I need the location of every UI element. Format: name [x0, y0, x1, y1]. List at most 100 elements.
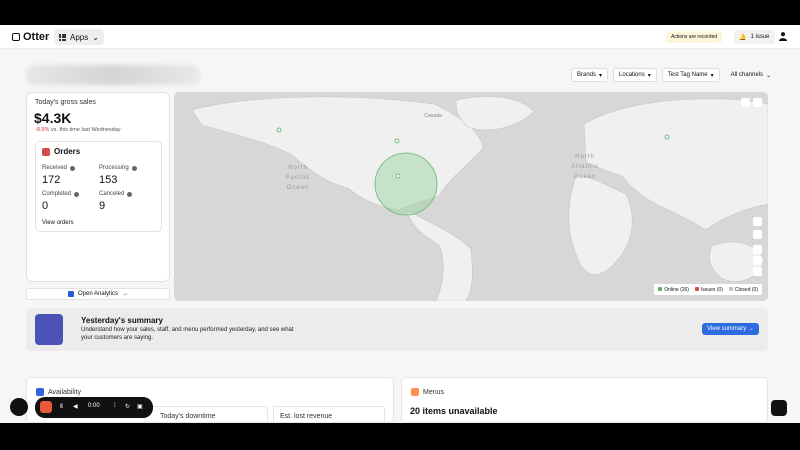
camera-icon[interactable] — [10, 398, 28, 416]
chevron-down-icon: ⌄ — [766, 72, 772, 79]
apps-label: Apps — [70, 32, 89, 42]
apps-button[interactable]: Apps ⌄ — [54, 29, 104, 45]
map-label: Canada — [424, 113, 442, 119]
lost-revenue-label: Est. lost revenue — [280, 413, 333, 420]
map-label: Ocean — [574, 174, 597, 180]
locations-filter[interactable]: Locations ▾ — [613, 68, 657, 82]
channels-filter[interactable]: All channels ⌄ — [725, 68, 777, 82]
sales-value: $4.3K — [34, 110, 72, 126]
arrow-right-icon: → — [747, 326, 754, 332]
sales-change: -8.9% vs. this time last Wednesday — [35, 127, 121, 133]
recording-badge: Actions are recorded — [666, 31, 723, 43]
legend-online: Online (26) — [658, 286, 689, 293]
locations-map[interactable]: North Pacific Ocean North Atlantic Ocean… — [174, 92, 768, 301]
arrow-right-icon: → — [122, 291, 129, 297]
user-icon[interactable] — [779, 32, 787, 41]
info-icon[interactable] — [74, 191, 80, 197]
map-legend: Online (26) Issues (0) Closed (0) — [654, 284, 762, 295]
fullscreen-icon[interactable] — [753, 230, 762, 239]
chevron-down-icon: ▾ — [710, 72, 714, 79]
lost-revenue-box: Est. lost revenue — [273, 406, 385, 423]
chevron-down-icon: ▾ — [647, 72, 651, 79]
restart-icon[interactable]: ↻ — [125, 403, 130, 410]
menus-icon — [411, 388, 419, 396]
trend-icon[interactable] — [753, 98, 762, 107]
map-label: Pacific — [286, 175, 311, 181]
brands-filter[interactable]: Brands ▾ — [571, 68, 609, 82]
summary-title: Yesterday's summary — [81, 316, 163, 325]
processing-value: 153 — [99, 174, 118, 186]
map-label: Ocean — [287, 185, 310, 191]
availability-icon — [36, 388, 44, 396]
closed-dot-icon — [728, 286, 733, 291]
filter-bar: Brands ▾ Locations ▾ Test Tag Name ▾ All ch… — [571, 68, 777, 82]
tag-filter[interactable]: Test Tag Name ▾ — [661, 68, 720, 82]
view-summary-label: View summary — [707, 326, 747, 332]
drag-icon[interactable]: ⁞ — [114, 403, 116, 409]
availability-label: Availability — [48, 388, 81, 396]
received-label: Received — [42, 165, 68, 171]
volume-icon[interactable]: ◀ — [73, 403, 78, 410]
canceled-value: 9 — [99, 200, 106, 212]
filter-label: All channels — [730, 72, 764, 78]
trash-icon[interactable]: ▣ — [137, 403, 143, 410]
blurred-greeting — [26, 65, 200, 85]
received-value: 172 — [42, 174, 61, 186]
sales-card: Today's gross sales $4.3K -8.9% vs. this… — [26, 92, 170, 282]
bell-icon: 🔔 — [739, 34, 747, 41]
summary-illustration — [35, 314, 63, 345]
record-stop-button[interactable] — [40, 401, 52, 413]
yesterday-summary-card: Yesterday's summary Understand how your … — [26, 308, 768, 351]
orders-title: Orders — [42, 147, 80, 156]
received-stat: Received — [42, 165, 76, 171]
downtime-label: Today's downtime — [160, 413, 216, 420]
view-orders-link[interactable]: View orders — [42, 220, 74, 226]
legend-closed: Closed (0) — [728, 286, 758, 293]
view-summary-button[interactable]: View summary → — [702, 323, 759, 335]
completed-stat: Completed — [42, 191, 80, 197]
sales-label: Today's gross sales — [35, 99, 96, 106]
online-dot-icon — [658, 286, 663, 291]
logo-icon — [12, 33, 20, 41]
open-analytics-button[interactable]: Open Analytics → — [26, 288, 170, 300]
chat-icon[interactable] — [771, 400, 787, 416]
analytics-icon — [67, 291, 74, 297]
grid-view-icon[interactable] — [741, 98, 750, 107]
locate-icon[interactable] — [753, 217, 762, 226]
downtime-box: Today's downtime — [145, 406, 268, 423]
orders-card: Orders Received 172 Processing 153 Compl… — [35, 141, 162, 232]
orders-icon — [42, 147, 50, 156]
map-label: Atlantic — [571, 164, 599, 170]
legend-issues-label: Issues (0) — [700, 286, 723, 293]
menus-card: Menus 20 items unavailable — [401, 377, 768, 423]
change-text: vs. this time last Wednesday — [50, 127, 121, 133]
zoom-in-icon[interactable] — [753, 245, 762, 254]
legend-issues: Issues (0) — [694, 286, 723, 293]
summary-description: Understand how your sales, staff, and me… — [81, 327, 294, 341]
menus-title: Menus — [411, 388, 444, 396]
info-icon[interactable] — [127, 191, 133, 197]
change-percent: -8.9% — [35, 127, 50, 133]
filter-label: Locations — [619, 72, 645, 78]
issue-label: 1 issue — [750, 34, 770, 40]
unavailable-items: 20 items unavailable — [410, 406, 498, 416]
canceled-stat: Canceled — [99, 191, 133, 197]
issues-button[interactable]: 🔔 1 issue — [734, 30, 775, 44]
compass-icon[interactable] — [753, 267, 762, 276]
otter-logo[interactable]: Otter — [12, 31, 49, 43]
issues-dot-icon — [694, 286, 699, 291]
pause-icon[interactable]: Ⅱ — [60, 403, 63, 410]
recording-time: 0:00 — [88, 403, 100, 409]
legend-online-label: Online (26) — [664, 286, 689, 293]
chevron-down-icon: ▾ — [599, 72, 603, 79]
zoom-out-icon[interactable] — [753, 256, 762, 265]
info-icon[interactable] — [131, 165, 137, 171]
map-label: North — [575, 154, 595, 160]
info-icon[interactable] — [70, 165, 76, 171]
completed-label: Completed — [42, 191, 72, 197]
completed-value: 0 — [42, 200, 49, 212]
map-canvas: North Pacific Ocean North Atlantic Ocean… — [191, 96, 768, 301]
recording-toolbar: Ⅱ ◀ 0:00 ⁞ ↻ ▣ — [35, 397, 153, 418]
menus-label: Menus — [423, 388, 445, 396]
open-analytics-label: Open Analytics — [77, 291, 119, 297]
